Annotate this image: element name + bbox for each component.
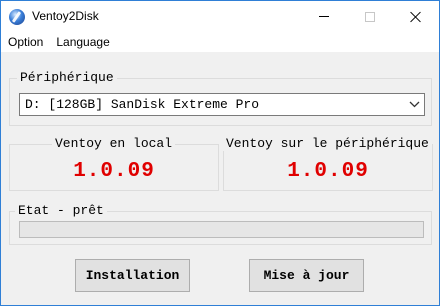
close-icon xyxy=(410,11,422,23)
maximize-button[interactable] xyxy=(347,1,393,32)
status-group: Etat - prêt xyxy=(9,204,432,245)
app-window: Ventoy2Disk Option Language Périphérique… xyxy=(0,0,440,306)
device-group-label: Périphérique xyxy=(17,71,117,85)
local-version-value: 1.0.09 xyxy=(73,160,155,183)
device-version-group: Ventoy sur le périphérique 1.0.09 xyxy=(223,137,433,191)
maximize-icon xyxy=(365,11,375,22)
status-label: Etat - prêt xyxy=(15,204,107,218)
menu-bar: Option Language xyxy=(1,32,439,52)
device-select-value: D: [128GB] SanDisk Extreme Pro xyxy=(25,97,260,112)
progress-bar xyxy=(19,221,424,238)
local-version-group: Ventoy en local 1.0.09 xyxy=(9,137,219,191)
window-title: Ventoy2Disk xyxy=(32,9,99,23)
minimize-icon xyxy=(319,16,329,17)
menu-language[interactable]: Language xyxy=(49,35,115,49)
ventoy-app-icon xyxy=(9,9,25,25)
menu-option[interactable]: Option xyxy=(1,35,49,49)
local-version-label: Ventoy en local xyxy=(52,137,176,151)
device-version-value: 1.0.09 xyxy=(287,160,369,183)
chevron-down-icon xyxy=(404,94,424,115)
device-select[interactable]: D: [128GB] SanDisk Extreme Pro xyxy=(19,93,425,116)
title-bar: Ventoy2Disk xyxy=(1,1,439,32)
minimize-button[interactable] xyxy=(301,1,347,32)
close-button[interactable] xyxy=(393,1,439,32)
update-button[interactable]: Mise à jour xyxy=(249,259,364,292)
device-version-label: Ventoy sur le périphérique xyxy=(223,137,432,151)
install-button[interactable]: Installation xyxy=(75,259,190,292)
device-group: Périphérique D: [128GB] SanDisk Extreme … xyxy=(9,71,432,126)
